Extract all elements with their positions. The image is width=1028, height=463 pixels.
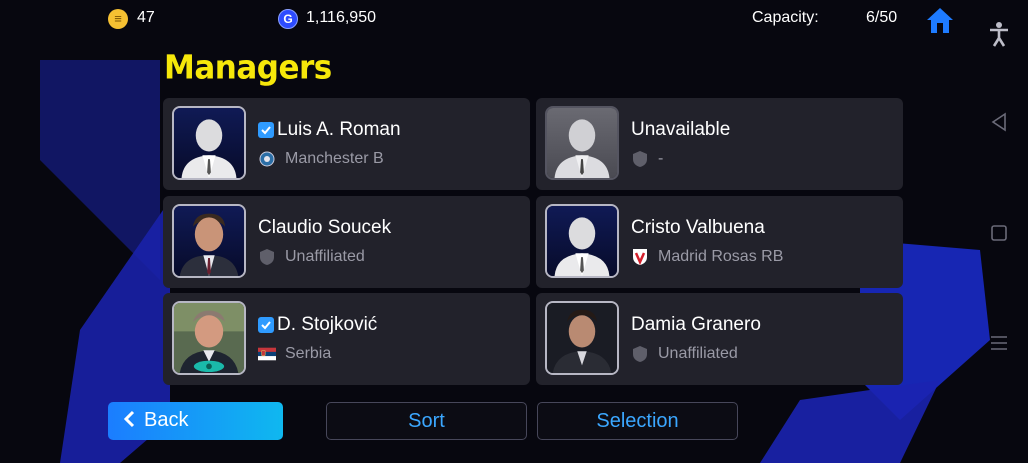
back-triangle-icon[interactable]	[985, 108, 1013, 136]
manager-avatar	[545, 204, 619, 278]
serbia-flag-icon	[258, 345, 276, 363]
manager-club: -	[658, 150, 664, 167]
club-crest-icon	[631, 248, 649, 266]
capacity-label: Capacity:	[752, 9, 819, 26]
menu-lines-icon[interactable]	[985, 329, 1013, 357]
manager-avatar	[545, 301, 619, 375]
manager-name: Luis A. Roman	[277, 119, 401, 140]
back-button-label: Back	[144, 409, 189, 431]
manager-avatar	[545, 106, 619, 180]
manager-card[interactable]: Luis A. Roman Manchester B	[163, 98, 530, 190]
gp-balance: 1,116,950	[306, 9, 376, 26]
capacity-value: 6/50	[866, 9, 898, 26]
sort-button[interactable]: Sort	[326, 402, 527, 440]
verified-check-icon	[258, 122, 274, 138]
manager-card[interactable]: D. Stojković Serbia	[163, 293, 530, 385]
club-crest-icon	[258, 150, 276, 168]
manager-club: Unaffiliated	[658, 345, 738, 362]
manager-club: Manchester B	[285, 150, 384, 167]
manager-name: Unavailable	[631, 119, 731, 140]
chevron-left-icon	[123, 410, 135, 428]
shield-icon	[258, 248, 276, 266]
top-bar: ≡ 47 G 1,116,950 Capacity: 6/50	[0, 0, 1028, 38]
manager-avatar	[172, 301, 246, 375]
shield-icon	[631, 345, 649, 363]
manager-avatar	[172, 106, 246, 180]
manager-card[interactable]: Claudio Soucek Unaffiliated	[163, 196, 530, 288]
accessibility-icon[interactable]	[985, 20, 1013, 48]
manager-club: Unaffiliated	[285, 248, 365, 265]
manager-name: D. Stojković	[277, 314, 378, 335]
page-title: Managers	[164, 49, 332, 87]
home-icon[interactable]	[925, 6, 955, 34]
manager-name: Damia Granero	[631, 314, 761, 335]
manager-club: Madrid Rosas RB	[658, 248, 784, 265]
verified-check-icon	[258, 317, 274, 333]
coins-balance: 47	[137, 9, 155, 26]
shield-icon	[631, 150, 649, 168]
manager-name: Cristo Valbuena	[631, 217, 765, 238]
manager-name: Claudio Soucek	[258, 217, 392, 238]
manager-card[interactable]: Damia Granero Unaffiliated	[536, 293, 903, 385]
gp-icon: G	[278, 9, 298, 29]
manager-club: Serbia	[285, 345, 332, 362]
manager-card[interactable]: Unavailable -	[536, 98, 903, 190]
selection-button[interactable]: Selection	[537, 402, 738, 440]
back-button[interactable]: Back	[108, 402, 283, 440]
manager-avatar	[172, 204, 246, 278]
manager-card[interactable]: Cristo Valbuena Madrid Rosas RB	[536, 196, 903, 288]
efootball-coin-icon: ≡	[108, 9, 128, 29]
recents-square-icon[interactable]	[985, 219, 1013, 247]
